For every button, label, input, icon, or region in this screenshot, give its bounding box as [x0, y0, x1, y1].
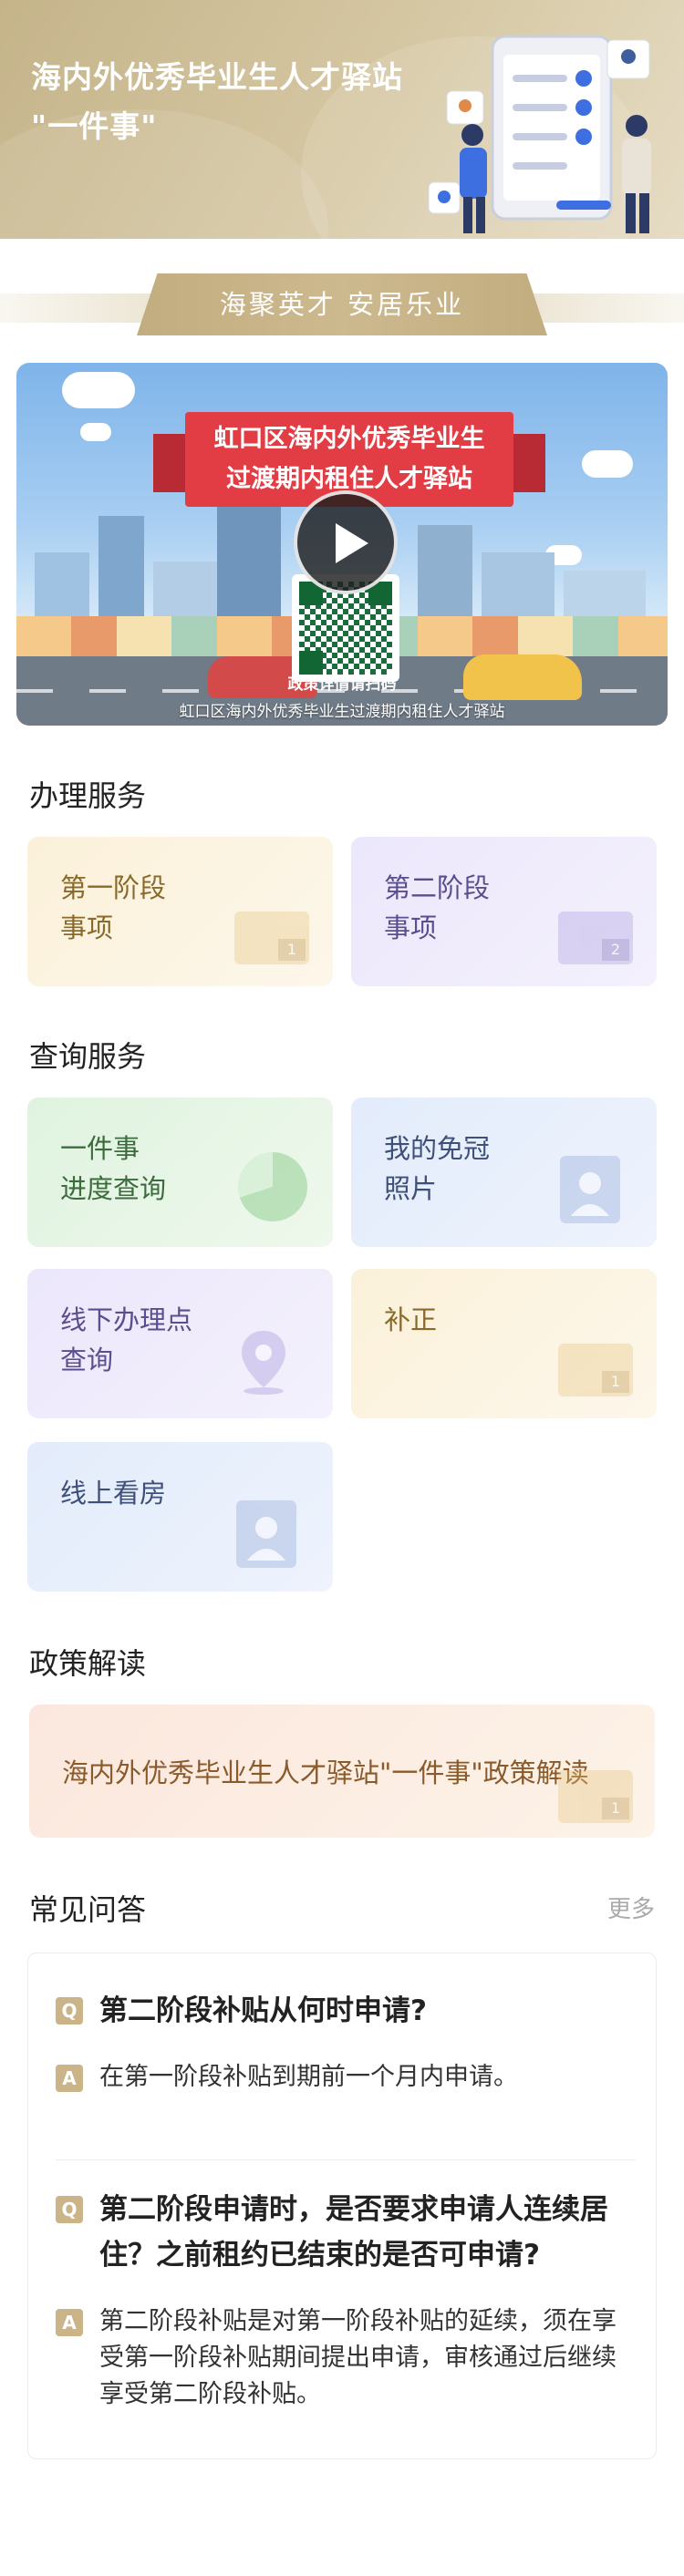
promo-video[interactable]: 虹口区海内外优秀毕业生 过渡期内租住人才驿站 政策详情请扫码 虹口区海内外优秀毕… — [16, 363, 668, 726]
question-tag: Q — [56, 1997, 83, 2025]
section-title-handle: 办理服务 — [29, 778, 147, 813]
faq-answer: 第二阶段补贴是对第一阶段补贴的延续，须在享受第一阶段补贴期间提出申请，审核通过后… — [99, 2307, 617, 2408]
card-my-photo[interactable]: 我的免冠 照片 — [351, 1097, 657, 1247]
ticket-icon: 1 — [558, 1344, 633, 1396]
faq-item[interactable]: Q 第二阶段补贴从何时申请? A 在第一阶段补贴到期前一个月内申请。 — [56, 1988, 636, 2143]
cloud-decoration — [62, 372, 135, 408]
card-label: 第二阶段 事项 — [384, 872, 491, 943]
slogan: 海聚英才 安居乐业 — [137, 273, 547, 335]
faq-divider — [56, 2159, 636, 2160]
banner-line-1: 虹口区海内外优秀毕业生 — [213, 425, 485, 453]
faq-question: 第二阶段申请时，是否要求申请人连续居住？之前租约已结束的是否可申请? — [99, 2193, 608, 2272]
card-label: 第一阶段 事项 — [60, 872, 167, 943]
ticket-icon: 1 — [558, 1770, 633, 1823]
slogan-band: 海聚英才 安居乐业 — [0, 273, 684, 335]
faq-question: 第二阶段补贴从何时申请? — [99, 1994, 427, 2027]
qr-caption: 政策详情请扫码 — [287, 675, 397, 694]
section-title-policy: 政策解读 — [29, 1646, 147, 1681]
card-label: 补正 — [384, 1304, 438, 1335]
card-online-viewing[interactable]: 线上看房 — [27, 1442, 333, 1592]
id-photo-icon — [236, 1500, 296, 1568]
card-label: 海内外优秀毕业生人才驿站"一件事"政策解读 — [62, 1757, 589, 1788]
hero-illustration — [429, 35, 651, 233]
section-title-faq: 常见问答 — [29, 1892, 147, 1927]
faq-more-link[interactable]: 更多 — [607, 1891, 655, 1924]
ticket-number: 2 — [602, 939, 629, 961]
ticket-number: 1 — [278, 939, 306, 961]
card-policy-reading[interactable]: 海内外优秀毕业生人才驿站"一件事"政策解读 1 — [29, 1705, 655, 1838]
card-label: 一件事 进度查询 — [60, 1133, 167, 1204]
card-label: 线上看房 — [60, 1478, 167, 1509]
hero-banner: 海内外优秀毕业生人才驿站 "一件事" — [0, 0, 684, 239]
play-icon[interactable] — [294, 490, 398, 594]
page-title: 海内外优秀毕业生人才驿站 "一件事" — [31, 59, 403, 144]
question-tag: Q — [56, 2196, 83, 2223]
video-caption: 虹口区海内外优秀毕业生过渡期内租住人才驿站 — [179, 703, 505, 721]
card-progress-query[interactable]: 一件事 进度查询 — [27, 1097, 333, 1247]
faq-answer: 在第一阶段补贴到期前一个月内申请。 — [99, 2063, 518, 2091]
ticket-number: 1 — [602, 1798, 629, 1819]
ticket-icon: 1 — [234, 912, 309, 964]
id-photo-icon — [560, 1156, 620, 1223]
cloud-decoration — [582, 450, 633, 478]
pie-chart-icon — [238, 1152, 307, 1221]
ticket-number: 1 — [602, 1371, 629, 1393]
faq-item[interactable]: Q 第二阶段申请时，是否要求申请人连续居住？之前租约已结束的是否可申请? A 第… — [56, 2187, 636, 2442]
section-title-query: 查询服务 — [29, 1039, 147, 1074]
card-offline-location[interactable]: 线下办理点 查询 — [27, 1269, 333, 1418]
card-label: 线下办理点 查询 — [60, 1304, 193, 1376]
answer-tag: A — [56, 2309, 83, 2336]
location-pin-icon — [242, 1331, 285, 1395]
ticket-icon: 2 — [558, 912, 633, 964]
answer-tag: A — [56, 2065, 83, 2092]
card-label: 我的免冠 照片 — [384, 1133, 491, 1204]
faq-card: Q 第二阶段补贴从何时申请? A 在第一阶段补贴到期前一个月内申请。 Q 第二阶… — [27, 1953, 657, 2459]
card-stage-two[interactable]: 第二阶段 事项 2 — [351, 837, 657, 986]
cloud-decoration — [80, 423, 111, 441]
card-stage-one[interactable]: 第一阶段 事项 1 — [27, 837, 333, 986]
card-correction[interactable]: 补正 1 — [351, 1269, 657, 1418]
